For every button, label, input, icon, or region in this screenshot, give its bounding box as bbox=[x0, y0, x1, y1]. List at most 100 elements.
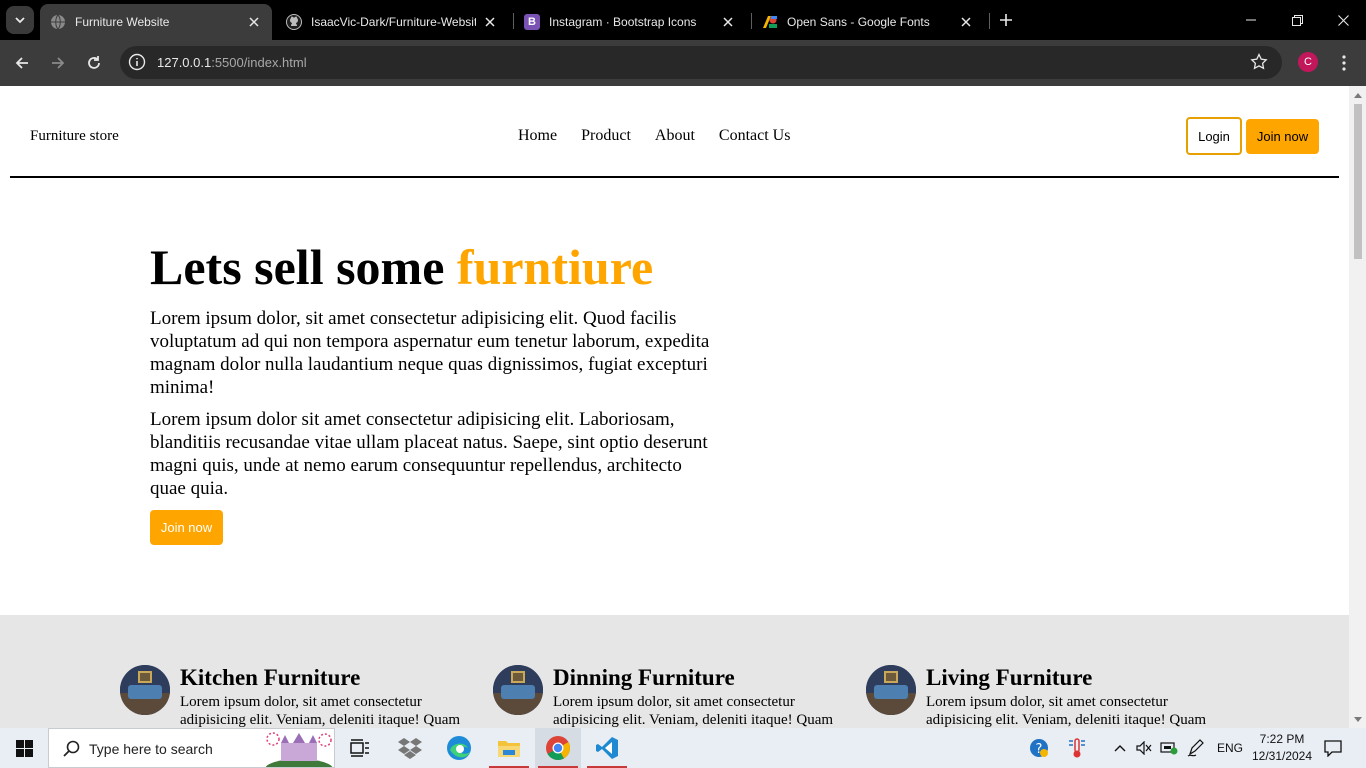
minimize-button[interactable] bbox=[1228, 0, 1274, 40]
nav-link-about[interactable]: About bbox=[655, 127, 695, 145]
folder-icon bbox=[498, 741, 520, 757]
vscode-app[interactable] bbox=[584, 728, 630, 768]
site-navbar: Furniture store Home Product About Conta… bbox=[10, 86, 1339, 178]
star-icon[interactable] bbox=[1250, 53, 1268, 71]
nav-links: Home Product About Contact Us bbox=[518, 127, 790, 145]
speaker-muted-icon bbox=[1136, 741, 1152, 755]
scroll-up-arrow[interactable] bbox=[1349, 88, 1366, 102]
forward-button[interactable] bbox=[44, 49, 72, 77]
tab-title: Furniture Website bbox=[75, 15, 170, 29]
edge-icon bbox=[447, 736, 471, 760]
globe-icon bbox=[50, 14, 66, 30]
network-tray-icon[interactable] bbox=[1158, 728, 1180, 768]
feature-image bbox=[866, 665, 916, 715]
bootstrap-icon: B bbox=[524, 14, 540, 30]
info-icon[interactable] bbox=[128, 53, 146, 71]
hero-title-accent: furntiure bbox=[456, 239, 654, 295]
hero-title-main: Lets sell some bbox=[150, 239, 457, 295]
login-button[interactable]: Login bbox=[1186, 117, 1242, 155]
close-icon bbox=[1337, 14, 1349, 26]
close-icon[interactable] bbox=[482, 14, 498, 30]
tab-strip: Furniture Website IsaacVic-Dark/Furnitur… bbox=[0, 0, 1366, 40]
join-now-nav-button[interactable]: Join now bbox=[1246, 119, 1319, 154]
scrollbar-thumb[interactable] bbox=[1354, 104, 1362, 259]
edge-app[interactable] bbox=[436, 728, 482, 768]
restore-icon bbox=[1291, 14, 1303, 26]
close-icon[interactable] bbox=[958, 14, 974, 30]
chrome-app[interactable] bbox=[535, 728, 581, 768]
feature-title: Dinning Furniture bbox=[553, 665, 735, 690]
browser-toolbar: 127.0.0.1:5500/index.html C bbox=[0, 40, 1366, 86]
more-vertical-icon bbox=[1342, 55, 1346, 71]
tab-github[interactable]: IsaacVic-Dark/Furniture-Website bbox=[276, 4, 508, 40]
url-path: :5500/index.html bbox=[211, 55, 307, 70]
address-bar[interactable]: 127.0.0.1:5500/index.html bbox=[120, 46, 1282, 79]
restore-button[interactable] bbox=[1274, 0, 1320, 40]
profile-avatar[interactable]: C bbox=[1298, 52, 1318, 72]
feature-title: Living Furniture bbox=[926, 665, 1093, 690]
site-brand[interactable]: Furniture store bbox=[30, 128, 119, 145]
help-tray-icon[interactable]: ? bbox=[1026, 728, 1052, 768]
chevron-down-icon bbox=[15, 17, 25, 24]
temperature-tray-icon[interactable] bbox=[1064, 728, 1090, 768]
caret-down-icon bbox=[1353, 716, 1362, 722]
start-button[interactable] bbox=[0, 728, 48, 768]
windows-logo-icon bbox=[15, 739, 33, 757]
show-hidden-icons-button[interactable] bbox=[1110, 728, 1130, 768]
clock-time: 7:22 PM bbox=[1259, 732, 1305, 746]
thermometer-icon bbox=[1069, 738, 1085, 758]
close-icon[interactable] bbox=[720, 14, 736, 30]
task-view-button[interactable] bbox=[337, 728, 383, 768]
task-view-icon bbox=[350, 739, 369, 757]
browser-menu-button[interactable] bbox=[1334, 52, 1354, 74]
tab-title: Open Sans - Google Fonts bbox=[787, 15, 930, 29]
tab-bootstrap-icons[interactable]: B Instagram · Bootstrap Icons bbox=[514, 4, 746, 40]
feature-image bbox=[493, 665, 543, 715]
nav-link-contact-us[interactable]: Contact Us bbox=[719, 127, 791, 145]
page-viewport: Furniture store Home Product About Conta… bbox=[0, 86, 1366, 728]
feature-title: Kitchen Furniture bbox=[180, 665, 361, 690]
feature-text: Lorem ipsum dolor, sit amet consectetur … bbox=[553, 694, 834, 728]
url-text[interactable]: 127.0.0.1:5500/index.html bbox=[157, 55, 307, 70]
help-icon: ? bbox=[1030, 739, 1048, 757]
notification-icon bbox=[1324, 739, 1342, 757]
tab-search-button[interactable] bbox=[6, 6, 34, 34]
windows-taskbar: Type here to search ? ENG 7:22 PM 12/31/… bbox=[0, 728, 1366, 768]
caret-up-icon bbox=[1353, 92, 1362, 98]
dropbox-icon bbox=[398, 738, 422, 759]
feature-image bbox=[120, 665, 170, 715]
tab-google-fonts[interactable]: Open Sans - Google Fonts bbox=[752, 4, 984, 40]
minimize-icon bbox=[1246, 19, 1256, 21]
back-button[interactable] bbox=[8, 49, 36, 77]
tab-furniture-website[interactable]: Furniture Website bbox=[40, 4, 272, 40]
taskbar-search-box[interactable]: Type here to search bbox=[48, 728, 335, 768]
github-icon bbox=[286, 14, 302, 30]
hero-join-now-button[interactable]: Join now bbox=[150, 510, 223, 545]
reload-icon bbox=[88, 56, 100, 69]
search-icon bbox=[63, 740, 80, 757]
system-clock[interactable]: 7:22 PM 12/31/2024 bbox=[1250, 731, 1314, 765]
arrow-right-icon bbox=[52, 57, 65, 69]
url-host: 127.0.0.1 bbox=[157, 55, 212, 70]
nav-link-home[interactable]: Home bbox=[518, 127, 557, 145]
nav-link-product[interactable]: Product bbox=[581, 127, 631, 145]
notifications-button[interactable] bbox=[1320, 728, 1346, 768]
file-explorer-app[interactable] bbox=[486, 728, 532, 768]
chevron-up-icon bbox=[1114, 745, 1126, 752]
pen-tray-icon[interactable] bbox=[1184, 728, 1208, 768]
close-icon[interactable] bbox=[246, 14, 262, 30]
chrome-icon bbox=[546, 736, 570, 761]
google-fonts-icon bbox=[762, 14, 778, 30]
reload-button[interactable] bbox=[80, 49, 108, 77]
tab-title: Instagram · Bootstrap Icons bbox=[549, 15, 697, 29]
tab-title: IsaacVic-Dark/Furniture-Website bbox=[311, 15, 476, 29]
feature-text: Lorem ipsum dolor, sit amet consectetur … bbox=[180, 694, 461, 728]
language-indicator[interactable]: ENG bbox=[1214, 728, 1246, 768]
vertical-scrollbar[interactable] bbox=[1349, 86, 1366, 728]
new-tab-button[interactable] bbox=[994, 8, 1018, 32]
dropbox-app[interactable] bbox=[387, 728, 433, 768]
hero-paragraph-2: Lorem ipsum dolor sit amet consectetur a… bbox=[150, 409, 708, 499]
close-window-button[interactable] bbox=[1320, 0, 1366, 40]
scroll-down-arrow[interactable] bbox=[1349, 712, 1366, 726]
volume-tray-icon[interactable] bbox=[1134, 728, 1154, 768]
